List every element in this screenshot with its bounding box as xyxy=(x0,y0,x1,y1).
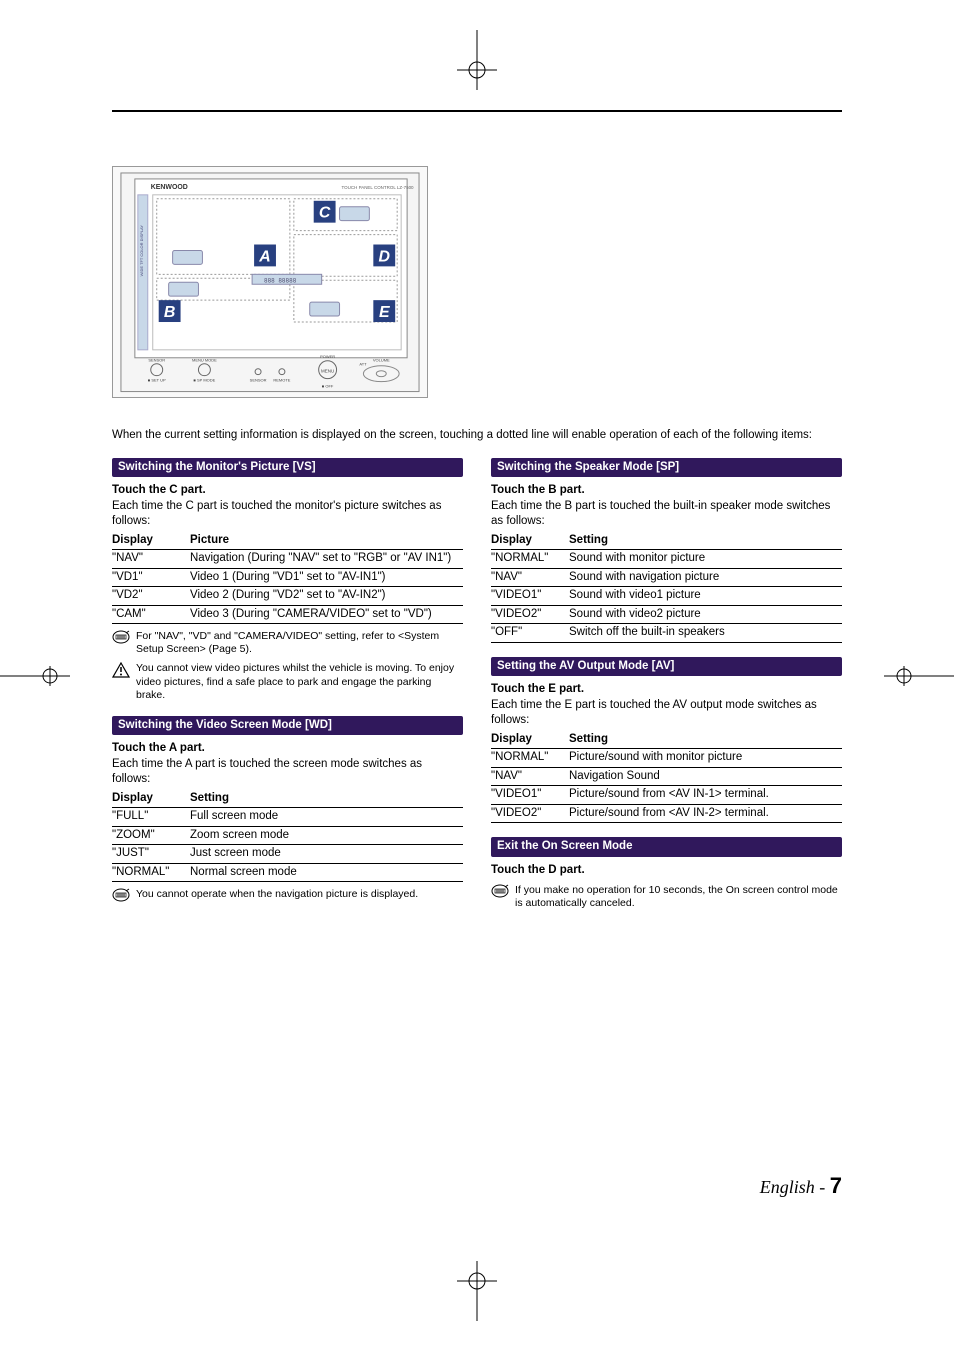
svg-text:888 88888: 888 88888 xyxy=(264,277,297,284)
warning-icon xyxy=(112,662,130,680)
svg-text:WIDE TFT COLOR DISPLAY: WIDE TFT COLOR DISPLAY xyxy=(139,225,144,277)
svg-text:B: B xyxy=(164,304,175,321)
svg-text:SENSOR: SENSOR xyxy=(250,378,267,383)
section-heading-sp: Switching the Speaker Mode [SP] xyxy=(491,458,842,478)
note-text: You cannot operate when the navigation p… xyxy=(136,888,418,906)
info-icon xyxy=(491,884,509,902)
th-display: Display xyxy=(491,532,569,550)
section-heading-av: Setting the AV Output Mode [AV] xyxy=(491,657,842,677)
table-row: "VD2"Video 2 (During "VD2" set to "AV-IN… xyxy=(112,587,463,606)
section-wd: Switching the Video Screen Mode [WD] Tou… xyxy=(112,716,463,907)
table-row: "NORMAL"Sound with monitor picture xyxy=(491,550,842,569)
table-row: "VIDEO1"Sound with video1 picture xyxy=(491,587,842,606)
right-column: Switching the Speaker Mode [SP] Touch th… xyxy=(491,458,842,925)
crop-mark-top xyxy=(457,30,497,90)
av-table: Display Setting "NORMAL"Picture/sound wi… xyxy=(491,731,842,824)
svg-text:POWER: POWER xyxy=(320,354,335,359)
svg-text:ATT: ATT xyxy=(359,362,367,367)
section-heading-exit: Exit the On Screen Mode xyxy=(491,837,842,857)
th-display: Display xyxy=(112,532,190,550)
table-row: "NAV"Sound with navigation picture xyxy=(491,568,842,587)
table-row: "OFF"Switch off the built-in speakers xyxy=(491,624,842,643)
wd-table: Display Setting "FULL"Full screen mode "… xyxy=(112,790,463,883)
exit-note1: If you make no operation for 10 seconds,… xyxy=(491,884,842,910)
note-text: If you make no operation for 10 seconds,… xyxy=(515,884,842,910)
th-setting: Setting xyxy=(569,532,842,550)
svg-text:A: A xyxy=(258,248,270,265)
svg-text:REMOTE: REMOTE xyxy=(273,378,290,383)
wd-note1: You cannot operate when the navigation p… xyxy=(112,888,463,906)
table-row: "VIDEO2"Sound with video2 picture xyxy=(491,605,842,624)
section-heading-wd: Switching the Video Screen Mode [WD] xyxy=(112,716,463,736)
svg-text:SENSOR: SENSOR xyxy=(148,358,165,363)
footer-lang: English xyxy=(760,1177,815,1197)
table-row: "NORMAL"Normal screen mode xyxy=(112,863,463,882)
section-av: Setting the AV Output Mode [AV] Touch th… xyxy=(491,657,842,824)
vs-desc: Each time the C part is touched the moni… xyxy=(112,499,463,530)
svg-text:■ SP MODE: ■ SP MODE xyxy=(194,378,216,383)
model-label: TOUCH PANEL CONTROL LZ-7500 xyxy=(342,185,415,190)
svg-text:VOLUME: VOLUME xyxy=(373,358,390,363)
exit-subhead: Touch the D part. xyxy=(491,863,842,879)
wd-subhead: Touch the A part. xyxy=(112,741,463,757)
av-subhead: Touch the E part. xyxy=(491,682,842,698)
th-display: Display xyxy=(112,790,190,808)
table-row: "FULL"Full screen mode xyxy=(112,808,463,827)
svg-text:C: C xyxy=(319,205,331,222)
table-row: "NORMAL"Picture/sound with monitor pictu… xyxy=(491,749,842,768)
crop-mark-bottom xyxy=(457,1261,497,1321)
section-exit: Exit the On Screen Mode Touch the D part… xyxy=(491,837,842,910)
table-row: "VD1"Video 1 (During "VD1" set to "AV-IN… xyxy=(112,568,463,587)
sp-subhead: Touch the B part. xyxy=(491,483,842,499)
note-text: For "NAV", "VD" and "CAMERA/VIDEO" setti… xyxy=(136,630,463,656)
sp-desc: Each time the B part is touched the buil… xyxy=(491,499,842,530)
th-setting: Setting xyxy=(190,790,463,808)
page-header-bar xyxy=(112,110,842,152)
svg-text:■ SET UP: ■ SET UP xyxy=(148,378,166,383)
sp-table: Display Setting "NORMAL"Sound with monit… xyxy=(491,532,842,643)
section-sp: Switching the Speaker Mode [SP] Touch th… xyxy=(491,458,842,643)
page-number: 7 xyxy=(830,1173,842,1198)
table-row: "ZOOM"Zoom screen mode xyxy=(112,826,463,845)
wd-desc: Each time the A part is touched the scre… xyxy=(112,757,463,788)
th-picture: Picture xyxy=(190,532,463,550)
left-column: Switching the Monitor's Picture [VS] Tou… xyxy=(112,458,463,925)
table-row: "JUST"Just screen mode xyxy=(112,845,463,864)
vs-note1: For "NAV", "VD" and "CAMERA/VIDEO" setti… xyxy=(112,630,463,656)
crop-mark-right xyxy=(884,666,954,686)
intro-text: When the current setting information is … xyxy=(112,428,842,444)
brand-label: KENWOOD xyxy=(151,184,188,191)
table-row: "VIDEO1"Picture/sound from <AV IN-1> ter… xyxy=(491,786,842,805)
table-row: "NAV"Navigation Sound xyxy=(491,767,842,786)
crop-mark-left xyxy=(0,666,70,686)
svg-text:E: E xyxy=(379,304,390,321)
vs-table: Display Picture "NAV"Navigation (During … xyxy=(112,532,463,625)
section-vs: Switching the Monitor's Picture [VS] Tou… xyxy=(112,458,463,702)
vs-subhead: Touch the C part. xyxy=(112,483,463,499)
page-footer: English - 7 xyxy=(760,1171,842,1201)
svg-text:MENU: MENU xyxy=(321,369,334,374)
vs-note2: You cannot view video pictures whilst th… xyxy=(112,662,463,701)
device-illustration: KENWOOD TOUCH PANEL CONTROL LZ-7500 WIDE… xyxy=(112,166,428,398)
th-setting: Setting xyxy=(569,731,842,749)
svg-text:D: D xyxy=(379,248,391,265)
th-display: Display xyxy=(491,731,569,749)
section-heading-vs: Switching the Monitor's Picture [VS] xyxy=(112,458,463,478)
info-icon xyxy=(112,888,130,906)
table-row: "CAM"Video 3 (During "CAMERA/VIDEO" set … xyxy=(112,605,463,624)
svg-text:■ OFF: ■ OFF xyxy=(322,384,334,389)
av-desc: Each time the E part is touched the AV o… xyxy=(491,698,842,729)
info-icon xyxy=(112,630,130,648)
table-row: "VIDEO2"Picture/sound from <AV IN-2> ter… xyxy=(491,804,842,823)
table-row: "NAV"Navigation (During "NAV" set to "RG… xyxy=(112,550,463,569)
svg-text:MENU MODE: MENU MODE xyxy=(192,358,217,363)
note-text: You cannot view video pictures whilst th… xyxy=(136,662,463,701)
